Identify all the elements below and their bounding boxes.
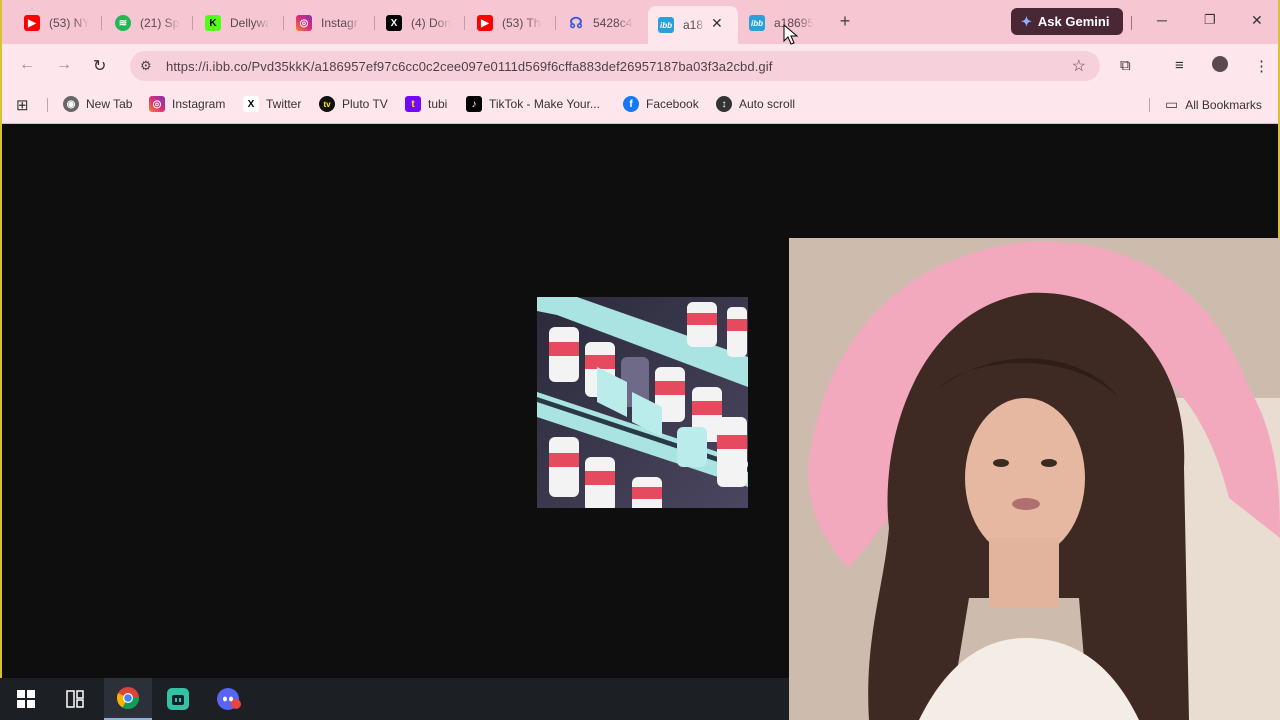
menu-kebab-icon[interactable]: ⋮ — [1254, 57, 1269, 75]
extensions-icon[interactable]: ⧉ — [1120, 57, 1131, 74]
tab-separator — [101, 16, 102, 30]
tab-spotify[interactable]: ≋ (21) Sp — [115, 10, 180, 36]
folder-icon: ▭ — [1165, 96, 1179, 112]
tab-headset[interactable]: ☊ 5428c4 — [568, 10, 633, 36]
all-bookmarks-button[interactable]: ▭ All Bookmarks — [1165, 96, 1262, 113]
tab-label: (53) Th — [502, 16, 541, 30]
headset-icon: ☊ — [569, 15, 583, 32]
bookmark-separator — [47, 98, 48, 112]
tab-label: Dellywa — [230, 16, 270, 30]
gemini-label: Ask Gemini — [1037, 14, 1110, 29]
apps-grid-icon[interactable]: ⊞ — [16, 96, 29, 114]
facebook-icon: f — [623, 96, 639, 112]
tab-label: 5428c4 — [593, 16, 633, 30]
youtube-icon: ▶ — [477, 15, 493, 31]
ask-gemini-button[interactable]: ✦ Ask Gemini — [1011, 8, 1123, 35]
tab-label: (53) NY — [49, 16, 89, 30]
x-logo-icon: X — [243, 96, 259, 112]
mouse-cursor-icon — [783, 24, 799, 45]
tab-instagram[interactable]: ◎ Instagr — [296, 10, 361, 36]
browser-toolbar: ← → ↻ ⚙ https://i.ibb.co/Pvd35kkK/a18695… — [2, 44, 1278, 88]
all-bookmarks-label: All Bookmarks — [1185, 97, 1262, 112]
spotify-icon: ≋ — [115, 15, 131, 31]
bookmark-label: Twitter — [266, 97, 302, 111]
ibb-icon: ibb — [749, 15, 765, 31]
bookmark-label: Facebook — [646, 97, 699, 111]
tab-separator — [374, 16, 375, 30]
tab-label: (21) Sp — [140, 16, 180, 30]
tab-ibb-2[interactable]: ibb a18695 — [749, 10, 814, 36]
tab-kick[interactable]: K Dellywa — [205, 10, 270, 36]
webcam-overlay — [789, 238, 1280, 720]
gemini-sparkle-icon: ✦ — [1021, 13, 1032, 29]
tab-separator — [464, 16, 465, 30]
reload-icon[interactable]: ↻ — [93, 56, 106, 76]
bookmark-star-icon[interactable]: ☆ — [1072, 56, 1086, 76]
tab-strip: ▶ (53) NY ≋ (21) Sp K Dellywa ◎ Instagr … — [2, 0, 1278, 44]
task-view-icon[interactable] — [51, 678, 99, 720]
streamer-webcam-image — [789, 238, 1280, 720]
windows-taskbar — [0, 678, 790, 720]
tab-active-ibb[interactable]: ibb a18 ✕ — [648, 6, 738, 44]
bookmark-label: Instagram — [172, 97, 226, 111]
bookmark-label: tubi — [428, 97, 448, 111]
address-bar[interactable]: ⚙ https://i.ibb.co/Pvd35kkK/a186957ef97c… — [130, 51, 1100, 81]
bookmark-new-tab[interactable]: ◉ New Tab — [63, 96, 132, 112]
bookmark-label: Auto scroll — [739, 97, 796, 111]
instagram-icon: ◎ — [296, 15, 312, 31]
tab-youtube-1[interactable]: ▶ (53) NY — [24, 10, 89, 36]
auto-scroll-icon: ↕ — [716, 96, 732, 112]
minimize-icon[interactable]: ─ — [1157, 12, 1167, 28]
close-tab-icon[interactable]: ✕ — [711, 15, 723, 32]
bookmark-auto-scroll[interactable]: ↕ Auto scroll — [716, 96, 795, 112]
profile-avatar[interactable] — [1212, 56, 1228, 72]
new-tab-button[interactable]: + — [835, 11, 855, 31]
x-logo-icon: X — [386, 15, 402, 31]
soda-cans-illustration — [537, 297, 748, 508]
k-logo-icon: K — [205, 15, 221, 31]
instagram-icon: ◎ — [149, 96, 165, 112]
pluto-tv-icon: tv — [319, 96, 335, 112]
streamlabs-taskbar-icon[interactable] — [154, 678, 202, 720]
tab-separator — [192, 16, 193, 30]
bookmark-facebook[interactable]: f Facebook — [623, 96, 699, 112]
tab-separator — [1131, 16, 1132, 30]
chrome-taskbar-icon[interactable] — [104, 678, 152, 720]
tab-x[interactable]: X (4) Don — [386, 10, 451, 36]
bookmark-label: TikTok - Make Your... — [489, 97, 600, 111]
youtube-icon: ▶ — [24, 15, 40, 31]
tab-label: (4) Don — [411, 16, 451, 30]
bookmark-tubi[interactable]: t tubi — [405, 96, 447, 112]
bookmark-instagram[interactable]: ◎ Instagram — [149, 96, 225, 112]
bookmark-tiktok[interactable]: ♪ TikTok - Make Your... — [466, 96, 600, 112]
bookmark-separator — [1149, 98, 1150, 112]
tab-separator — [555, 16, 556, 30]
tab-separator — [283, 16, 284, 30]
site-info-icon[interactable]: ⚙ — [140, 58, 152, 74]
tab-youtube-2[interactable]: ▶ (53) Th — [477, 10, 542, 36]
windows-start-icon[interactable] — [2, 678, 50, 720]
bookmark-label: Pluto TV — [342, 97, 388, 111]
discord-taskbar-icon[interactable] — [205, 678, 253, 720]
bookmark-label: New Tab — [86, 97, 133, 111]
bookmark-pluto-tv[interactable]: tv Pluto TV — [319, 96, 388, 112]
bookmark-twitter[interactable]: X Twitter — [243, 96, 301, 112]
back-icon[interactable]: ← — [19, 56, 35, 74]
forward-icon[interactable]: → — [56, 56, 72, 74]
tiktok-icon: ♪ — [466, 96, 482, 112]
gif-image-cans[interactable] — [537, 297, 748, 508]
media-control-icon[interactable]: ≡ — [1175, 57, 1184, 74]
ibb-icon: ibb — [658, 17, 674, 33]
address-url[interactable]: https://i.ibb.co/Pvd35kkK/a186957ef97c6c… — [166, 59, 772, 74]
bookmarks-bar: ⊞ ◉ New Tab ◎ Instagram X Twitter tv Plu… — [2, 88, 1278, 124]
chrome-icon: ◉ — [63, 96, 79, 112]
window-close-icon[interactable]: ✕ — [1251, 12, 1263, 29]
tab-label: Instagr — [321, 16, 358, 30]
restore-icon[interactable]: ❐ — [1204, 12, 1216, 28]
tab-label: a18 — [683, 18, 704, 32]
screen: ▶ (53) NY ≋ (21) Sp K Dellywa ◎ Instagr … — [0, 0, 1280, 720]
tubi-icon: t — [405, 96, 421, 112]
